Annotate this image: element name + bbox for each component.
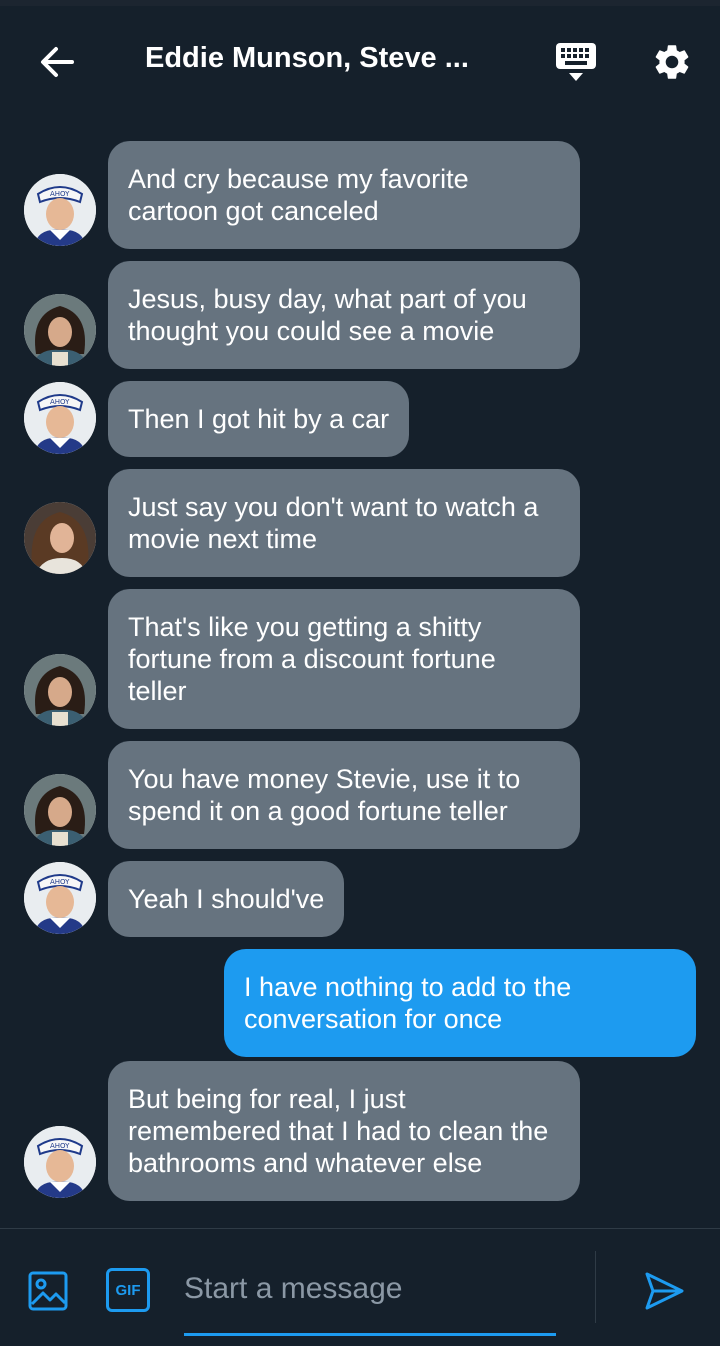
message-text: You have money Stevie, use it to spend i… [128,764,521,826]
gif-label: GIF [115,1281,141,1299]
svg-text:AHOY: AHOY [50,190,70,198]
message-bubble[interactable]: Yeah I should've [108,861,345,937]
add-image-button[interactable] [24,1267,72,1315]
avatar-steve[interactable]: AHOY [24,174,96,246]
keyboard-button[interactable] [552,38,600,86]
input-focus-underline [184,1333,556,1336]
message-input[interactable] [184,1265,556,1313]
gif-button[interactable]: GIF [106,1268,150,1312]
message-text: I have nothing to add to the conversatio… [244,972,572,1034]
message-bubble[interactable]: Jesus, busy day, what part of you though… [108,261,580,369]
keyboard-icon [556,43,596,81]
svg-text:AHOY: AHOY [50,1142,70,1150]
avatar-eddie[interactable] [24,654,96,726]
message-bubble[interactable]: You have money Stevie, use it to spend i… [108,741,580,849]
message-bubble[interactable]: And cry because my favorite cartoon got … [108,141,580,249]
avatar-eddie[interactable] [24,774,96,846]
header-bar: Eddie Munson, Steve ... [0,0,720,124]
message-text: Just say you don't want to watch a movie… [128,492,539,554]
message-text: Jesus, busy day, what part of you though… [128,284,527,346]
message-text: But being for real, I just remembered th… [128,1084,549,1178]
avatar-eddie[interactable] [24,294,96,366]
svg-text:AHOY: AHOY [50,878,70,886]
message-text: Then I got hit by a car [128,404,390,434]
message-bubble-outgoing[interactable]: I have nothing to add to the conversatio… [224,949,696,1057]
conversation[interactable]: AHOY And cry because my favorite cartoon… [0,0,720,1228]
avatar-robin[interactable] [24,502,96,574]
back-button[interactable] [32,38,80,86]
message-bubble[interactable]: But being for real, I just remembered th… [108,1061,580,1201]
send-button[interactable] [638,1265,690,1317]
image-icon [28,1271,68,1311]
svg-text:AHOY: AHOY [50,398,70,406]
settings-button[interactable] [648,38,696,86]
avatar-steve[interactable]: AHOY [24,862,96,934]
avatar-steve[interactable]: AHOY [24,1126,96,1198]
status-edge [0,0,720,6]
conversation-title[interactable]: Eddie Munson, Steve ... [145,42,515,75]
arrow-left-icon [41,47,74,77]
gear-icon [655,45,689,79]
avatar-steve[interactable]: AHOY [24,382,96,454]
message-text: And cry because my favorite cartoon got … [128,164,469,226]
message-bubble[interactable]: Just say you don't want to watch a movie… [108,469,580,577]
message-bubble[interactable]: Then I got hit by a car [108,381,410,457]
composer-divider [595,1251,596,1323]
message-bubble[interactable]: That's like you getting a shitty fortune… [108,589,580,729]
message-text: Yeah I should've [128,884,325,914]
send-icon [645,1272,684,1310]
message-text: That's like you getting a shitty fortune… [128,612,496,706]
message-composer: GIF [0,1228,720,1346]
